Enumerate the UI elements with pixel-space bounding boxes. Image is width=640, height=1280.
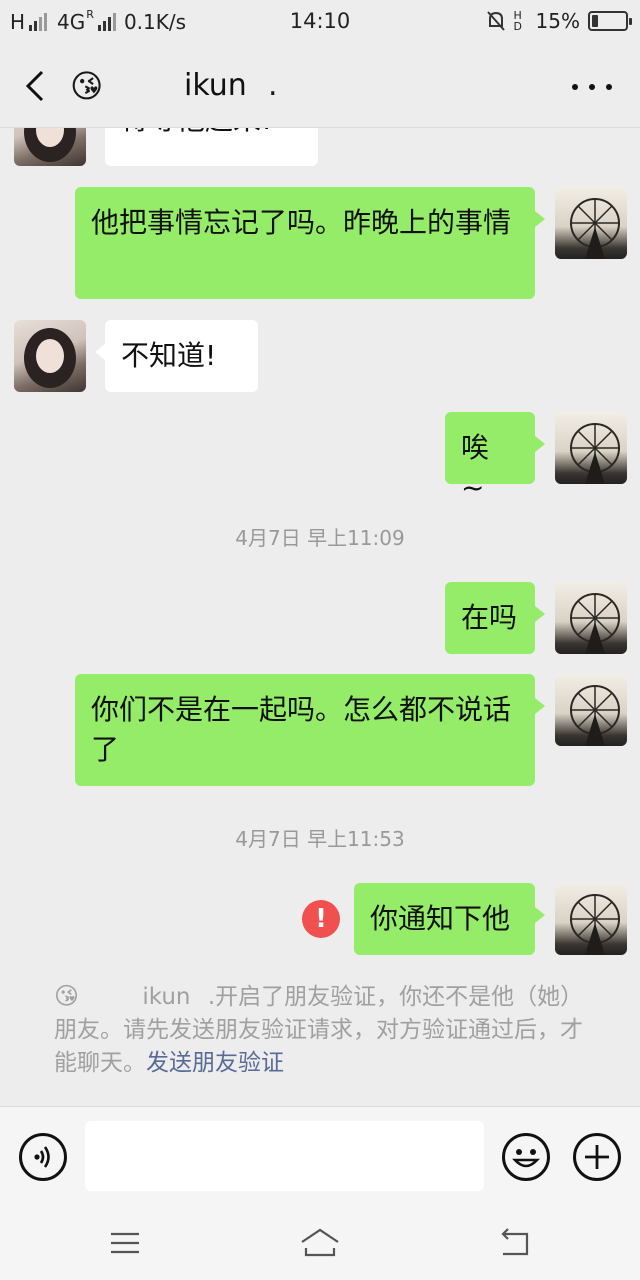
friend-verification-notice: 😘 ikun .开启了朋友验证，你还不是他（她）朋友。请先发送朋友验证请求，对方… [54,980,599,1080]
timestamp: 4月7日 早上11:53 [235,827,405,851]
message-sent: 在吗 [0,582,640,654]
message-bubble[interactable]: 你们不是在一起吗。怎么都不说话了 [75,674,545,786]
message-list[interactable]: 得等他起来! 他把事情忘记了吗。昨晚上的事情 不知道! 唉 ~ 4月7日 早上1… [0,128,640,1108]
my-avatar[interactable] [555,674,627,746]
message-text: 唉 ~ [461,431,490,504]
emoji-button[interactable] [502,1133,550,1181]
voice-input-button[interactable] [19,1133,67,1181]
message-input[interactable] [85,1121,484,1191]
back-nav-icon[interactable] [493,1226,537,1260]
input-bar [0,1106,640,1212]
message-text: 不知道! [121,339,217,372]
my-avatar[interactable] [555,582,627,654]
system-nav-bar [0,1212,640,1280]
message-bubble[interactable]: 他把事情忘记了吗。昨晚上的事情 [75,187,545,299]
message-text: 在吗 [461,601,518,634]
more-functions-button[interactable] [573,1133,621,1181]
status-icons: HD 15% [486,9,632,33]
smiley-icon [512,1149,540,1168]
message-sent: 他把事情忘记了吗。昨晚上的事情 [0,187,640,299]
message-received: 得等他起来! [0,128,640,168]
more-options-button[interactable] [572,72,612,102]
notice-name: ikun [142,984,191,1010]
message-bubble[interactable]: 不知道! [95,320,258,392]
send-failed-icon[interactable]: ! [302,900,340,938]
chat-title-suffix: . [268,68,278,103]
message-received: 不知道! [0,320,640,392]
message-bubble[interactable]: 得等他起来! [105,128,318,166]
my-avatar[interactable] [555,883,627,955]
message-text: 你通知下他 [370,902,511,935]
home-icon[interactable] [298,1226,342,1260]
message-bubble[interactable]: 唉 ~ [445,412,545,504]
my-avatar[interactable] [555,187,627,259]
contact-avatar[interactable] [14,128,86,166]
hd-icon: HD [513,9,523,33]
battery-icon [588,11,632,31]
menu-icon[interactable] [103,1226,147,1260]
my-avatar[interactable] [555,412,627,484]
message-text: 他把事情忘记了吗。昨晚上的事情 [91,206,512,239]
back-button[interactable] [18,66,58,106]
kiss-emoji-icon: 😘 [70,67,104,105]
send-verification-link[interactable]: 发送朋友验证 [146,1050,284,1076]
message-sent-failed: ! 你通知下他 [0,883,640,955]
chat-header: 😘 ikun . [0,44,640,128]
contact-avatar[interactable] [14,320,86,392]
mute-icon [486,11,505,31]
kiss-emoji-icon: 😘 [54,982,80,1010]
chat-title: ikun [184,68,247,103]
plus-icon [585,1145,609,1169]
voice-icon [34,1146,50,1168]
message-sent: 你们不是在一起吗。怎么都不说话了 [0,674,640,786]
message-bubble[interactable]: 你通知下他 [354,883,545,955]
message-text: 得等他起来! [121,128,272,136]
message-bubble[interactable]: 在吗 [445,582,545,654]
battery-percent: 15% [535,9,580,33]
notice-text: .开启了朋友验证，你还不是他（她）朋友。请先发送朋友验证请求，对方验证通过后，才… [54,984,584,1076]
message-sent: 唉 ~ [0,412,640,504]
message-text: 你们不是在一起吗。怎么都不说话了 [91,693,512,766]
timestamp: 4月7日 早上11:09 [235,526,405,550]
status-bar: H 4G R 0.1K/s 14:10 HD 15% [0,0,640,44]
